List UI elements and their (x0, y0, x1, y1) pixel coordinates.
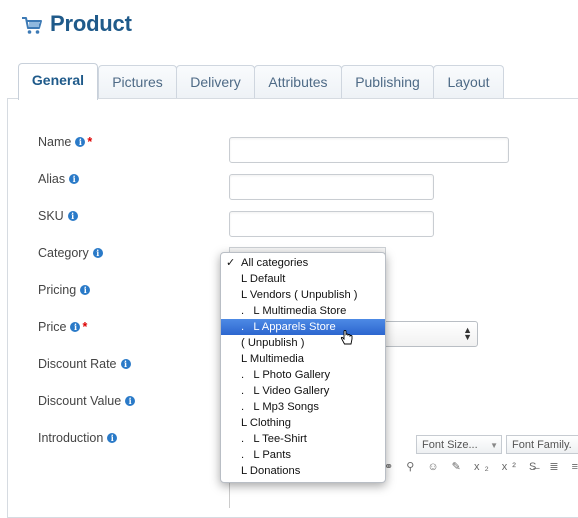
info-icon[interactable]: i (75, 137, 86, 147)
dropdown-option[interactable]: . L Photo Gallery (221, 367, 385, 383)
tab-delivery[interactable]: Delivery (176, 65, 255, 98)
page-header: Product (0, 0, 578, 52)
dropdown-option[interactable]: L Default (221, 271, 385, 287)
info-icon[interactable]: i (120, 359, 131, 369)
info-icon[interactable]: i (69, 174, 80, 184)
chevron-down-icon: ▼ (490, 441, 498, 450)
dropdown-option[interactable]: L Multimedia (221, 351, 385, 367)
page-title: Product (50, 11, 132, 36)
required-mark: * (82, 320, 88, 334)
tab-layout[interactable]: Layout (433, 65, 504, 98)
dropdown-option-highlighted[interactable]: . L Apparels Store (221, 319, 385, 335)
font-size-select[interactable]: Font Size... ▼ (416, 435, 502, 454)
hand-cursor-icon (340, 330, 353, 345)
info-icon[interactable]: i (125, 396, 136, 406)
dropdown-option[interactable]: . L Mp3 Songs (221, 399, 385, 415)
dropdown-option[interactable]: L Donations (221, 463, 385, 479)
tab-pictures[interactable]: Pictures (98, 65, 177, 98)
category-dropdown[interactable]: ✓ All categories L Default L Vendors ( Un… (220, 252, 386, 483)
introduction-label: Introduction i (38, 431, 118, 445)
info-icon[interactable]: i (70, 322, 81, 332)
dropdown-option[interactable]: L Clothing (221, 415, 385, 431)
name-label: Name i * (38, 135, 93, 149)
pricing-label: Pricing i (38, 283, 91, 297)
info-icon[interactable]: i (80, 285, 91, 295)
dropdown-option[interactable]: . L Tee-Shirt (221, 431, 385, 447)
dropdown-option[interactable]: ( Unpublish ) (221, 335, 385, 351)
font-family-select[interactable]: Font Family. (506, 435, 578, 454)
sku-label: SKU i (38, 209, 78, 223)
tab-publishing[interactable]: Publishing (341, 65, 434, 98)
info-icon[interactable]: i (92, 248, 103, 258)
category-label: Category i (38, 246, 103, 260)
dropdown-option[interactable]: ✓ All categories (221, 255, 385, 271)
price-select[interactable]: ▲ ▼ (372, 321, 478, 347)
discount-rate-label: Discount Rate i (38, 357, 131, 371)
info-icon[interactable]: i (67, 211, 78, 221)
required-mark: * (87, 135, 93, 149)
alias-input[interactable] (229, 174, 434, 200)
tab-general[interactable]: General (18, 63, 98, 100)
dropdown-option[interactable]: . L Multimedia Store (221, 303, 385, 319)
format-icons[interactable]: ⚭ ⚲ ☺ ✎ x₂ x² S̶ ≣ ≡ (384, 460, 578, 473)
discount-value-label: Discount Value i (38, 394, 136, 408)
tab-attributes[interactable]: Attributes (254, 65, 342, 98)
sku-input[interactable] (229, 211, 434, 237)
editor-toolbar: Font Size... ▼ Font Family. ⚭ ⚲ ☺ ✎ x₂ x²… (384, 433, 578, 481)
dropdown-option[interactable]: . L Pants (221, 447, 385, 463)
name-input[interactable] (229, 137, 509, 163)
dropdown-option[interactable]: . L Video Gallery (221, 383, 385, 399)
info-icon[interactable]: i (107, 433, 118, 443)
price-label: Price i * (38, 320, 88, 334)
alias-label: Alias i (38, 172, 80, 186)
checkmark-icon: ✓ (226, 257, 236, 269)
cart-icon (22, 17, 42, 34)
dropdown-option[interactable]: L Vendors ( Unpublish ) (221, 287, 385, 303)
updown-arrows-icon: ▲ ▼ (463, 325, 472, 342)
